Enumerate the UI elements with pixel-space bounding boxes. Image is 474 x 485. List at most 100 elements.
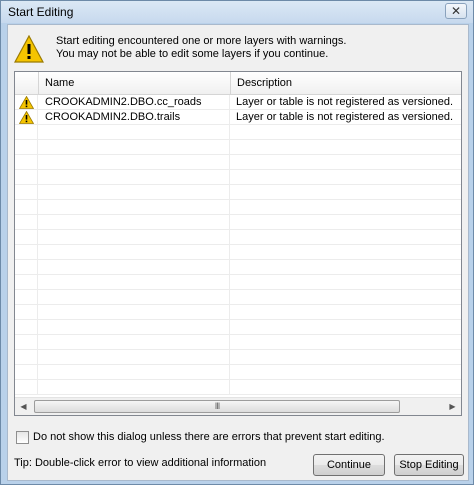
table-row xyxy=(15,230,461,245)
table-row xyxy=(15,380,461,395)
row-icon-cell xyxy=(15,140,38,155)
row-icon-cell xyxy=(15,335,38,350)
row-layer-name xyxy=(39,260,230,275)
continue-button[interactable]: Continue xyxy=(313,454,385,476)
scrollbar-thumb[interactable]: III xyxy=(34,400,400,413)
row-icon-cell xyxy=(15,260,38,275)
row-description xyxy=(231,260,461,275)
row-layer-name xyxy=(39,200,230,215)
table-row xyxy=(15,200,461,215)
row-description xyxy=(231,185,461,200)
table-row xyxy=(15,185,461,200)
row-description xyxy=(231,200,461,215)
row-layer-name xyxy=(39,215,230,230)
start-editing-dialog: Start Editing ✕ Start editing encountere… xyxy=(0,0,474,485)
warning-icon xyxy=(14,35,44,63)
warning-icon xyxy=(19,111,34,124)
table-row xyxy=(15,275,461,290)
table-row xyxy=(15,305,461,320)
row-layer-name xyxy=(39,155,230,170)
row-description xyxy=(231,290,461,305)
scrollbar-grip-icon: III xyxy=(214,401,220,411)
tip-text: Tip: Double-click error to view addition… xyxy=(14,457,267,469)
row-layer-name xyxy=(39,125,230,140)
row-icon-cell xyxy=(15,215,38,230)
row-icon-cell xyxy=(15,155,38,170)
table-row xyxy=(15,140,461,155)
row-description xyxy=(231,155,461,170)
row-layer-name xyxy=(39,245,230,260)
warning-icon xyxy=(19,96,34,109)
row-description: Layer or table is not registered as vers… xyxy=(236,96,454,108)
row-icon-cell xyxy=(15,275,38,290)
table-row xyxy=(15,335,461,350)
scroll-right-arrow-icon[interactable]: ▶ xyxy=(444,398,461,415)
row-layer-name xyxy=(39,350,230,365)
dont-show-checkbox[interactable] xyxy=(16,431,29,444)
table-row xyxy=(15,260,461,275)
table-row[interactable]: CROOKADMIN2.DBO.cc_roads Layer or table i… xyxy=(15,95,461,110)
header-icon-column[interactable] xyxy=(15,72,39,94)
row-description xyxy=(231,275,461,290)
row-description xyxy=(231,170,461,185)
row-description xyxy=(231,365,461,380)
row-layer-name xyxy=(39,320,230,335)
row-description xyxy=(231,380,461,395)
row-layer-name: CROOKADMIN2.DBO.trails xyxy=(39,110,230,125)
window-title: Start Editing xyxy=(8,5,74,19)
row-icon-cell xyxy=(15,380,38,395)
table-row xyxy=(15,320,461,335)
table-row xyxy=(15,245,461,260)
row-layer-name xyxy=(39,275,230,290)
row-description xyxy=(231,245,461,260)
layer-warnings-grid[interactable]: Name Description CROOKADMIN2.DBO.cc_road… xyxy=(14,71,462,416)
row-layer-name xyxy=(39,335,230,350)
row-icon-cell xyxy=(15,350,38,365)
grid-rows: CROOKADMIN2.DBO.cc_roads Layer or table i… xyxy=(15,95,461,397)
horizontal-scrollbar[interactable]: ◀ III ▶ xyxy=(15,397,461,415)
row-layer-name xyxy=(39,140,230,155)
table-row xyxy=(15,170,461,185)
row-layer-name xyxy=(39,290,230,305)
table-row xyxy=(15,365,461,380)
row-icon-cell xyxy=(15,320,38,335)
row-description xyxy=(231,230,461,245)
table-row xyxy=(15,125,461,140)
header-description[interactable]: Description xyxy=(231,72,461,94)
table-row xyxy=(15,215,461,230)
row-icon-cell xyxy=(15,185,38,200)
row-layer-name xyxy=(39,230,230,245)
row-layer-name xyxy=(39,380,230,395)
row-icon-cell xyxy=(15,230,38,245)
row-layer-name xyxy=(39,305,230,320)
row-layer-name xyxy=(39,170,230,185)
table-row xyxy=(15,155,461,170)
title-bar[interactable]: Start Editing ✕ xyxy=(1,1,473,23)
row-layer-name xyxy=(39,185,230,200)
row-icon-cell xyxy=(15,95,38,110)
dialog-body: Start editing encountered one or more la… xyxy=(7,24,469,481)
row-description xyxy=(231,125,461,140)
header-name[interactable]: Name xyxy=(39,72,231,94)
row-description: Layer or table is not registered as vers… xyxy=(236,111,454,123)
row-description xyxy=(231,140,461,155)
row-icon-cell xyxy=(15,365,38,380)
row-icon-cell xyxy=(15,170,38,185)
row-layer-name xyxy=(39,365,230,380)
warning-message-line-2: You may not be able to edit some layers … xyxy=(56,48,329,60)
warning-message: Start editing encountered one or more la… xyxy=(56,35,346,61)
table-row[interactable]: CROOKADMIN2.DBO.trails Layer or table is … xyxy=(15,110,461,125)
dont-show-checkbox-label[interactable]: Do not show this dialog unless there are… xyxy=(33,431,385,444)
close-button[interactable]: ✕ xyxy=(445,3,467,19)
table-row xyxy=(15,290,461,305)
warning-message-line-1: Start editing encountered one or more la… xyxy=(56,35,347,47)
row-icon-cell xyxy=(15,290,38,305)
row-icon-cell xyxy=(15,110,38,125)
row-icon-cell xyxy=(15,125,38,140)
stop-editing-button[interactable]: Stop Editing xyxy=(394,454,464,476)
table-row xyxy=(15,350,461,365)
row-icon-cell xyxy=(15,245,38,260)
scroll-left-arrow-icon[interactable]: ◀ xyxy=(15,398,32,415)
row-icon-cell xyxy=(15,305,38,320)
row-icon-cell xyxy=(15,200,38,215)
